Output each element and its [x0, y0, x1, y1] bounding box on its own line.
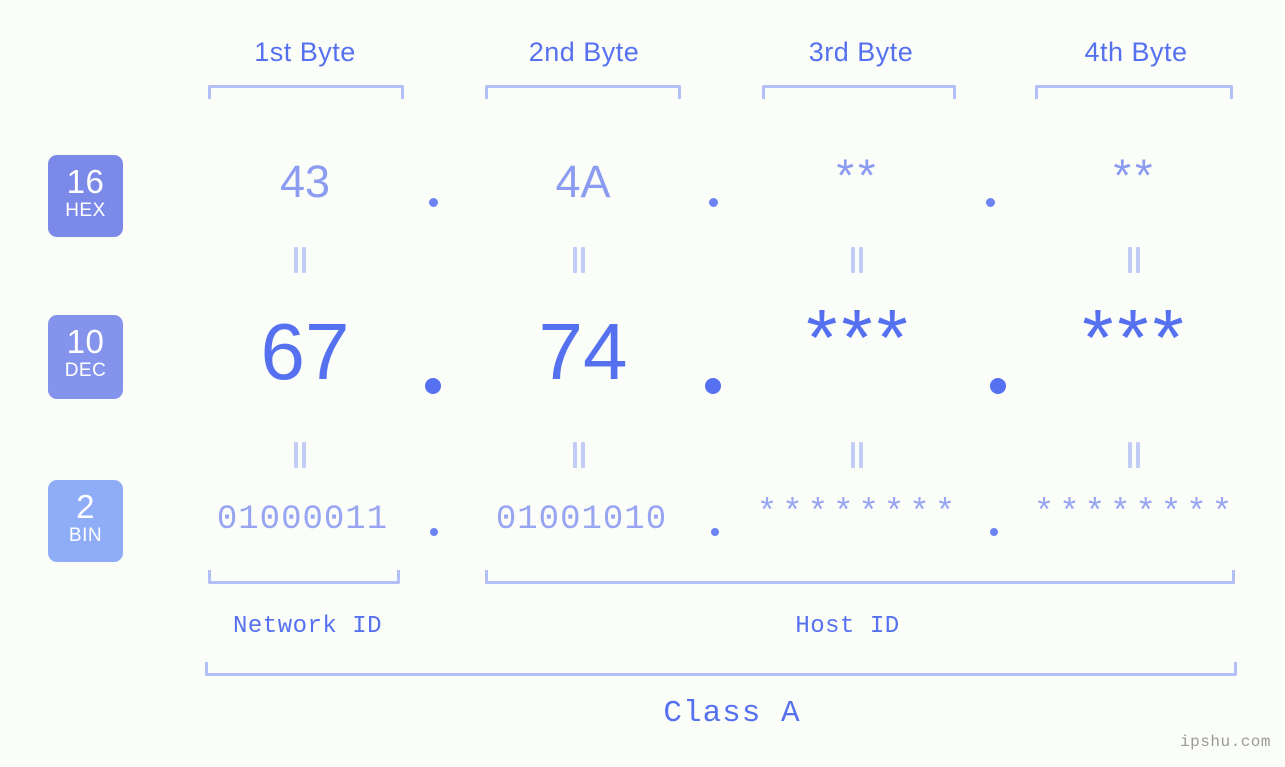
base-badge-dec-name: DEC [64, 360, 107, 381]
equality-connector-hex-dec-3 [851, 247, 865, 273]
bin-value-byte-3: ******** [756, 495, 961, 533]
base-badge-dec-number: 10 [66, 323, 105, 360]
column-header-1st-byte: 1st Byte [254, 37, 356, 67]
equality-connector-dec-bin-1 [294, 442, 308, 468]
dec-value-byte-2: 74 [538, 307, 628, 396]
base-badge-bin: 2 BIN [48, 480, 123, 562]
dec-separator-dot-3 [990, 378, 1006, 394]
bracket-top-2nd-byte [485, 85, 681, 99]
bracket-top-4th-byte [1035, 85, 1233, 99]
dec-separator-dot-2 [705, 378, 721, 394]
bin-value-byte-2: 01001010 [495, 501, 668, 539]
bracket-top-1st-byte [208, 85, 404, 99]
base-badge-hex: 16 HEX [48, 155, 123, 237]
base-badge-hex-number: 16 [66, 163, 105, 200]
equality-connector-dec-bin-4 [1128, 442, 1142, 468]
bracket-top-3rd-byte [762, 85, 956, 99]
base-badge-dec: 10 DEC [48, 315, 123, 399]
equality-connector-dec-bin-2 [573, 442, 587, 468]
hex-separator-dot-1 [429, 198, 438, 207]
host-id-label: Host ID [795, 613, 900, 640]
equality-connector-hex-dec-1 [294, 247, 308, 273]
equality-connector-hex-dec-4 [1128, 247, 1142, 273]
class-label: Class A [663, 696, 801, 731]
dec-separator-dot-1 [425, 378, 441, 394]
hex-value-byte-1: 43 [279, 156, 331, 207]
equality-connector-dec-bin-3 [851, 442, 865, 468]
ip-address-breakdown-diagram: 1st Byte 2nd Byte 3rd Byte 4th Byte 16 H… [0, 0, 1285, 767]
base-badge-bin-name: BIN [68, 525, 103, 546]
column-header-4th-byte: 4th Byte [1084, 37, 1188, 67]
hex-separator-dot-2 [709, 198, 718, 207]
bin-separator-dot-1 [430, 528, 438, 536]
hex-value-byte-4: ** [1113, 150, 1157, 201]
bin-value-byte-1: 01000011 [216, 501, 389, 539]
bin-separator-dot-3 [990, 528, 998, 536]
dec-value-byte-3: *** [806, 293, 912, 382]
hex-separator-dot-3 [986, 198, 995, 207]
column-header-3rd-byte: 3rd Byte [808, 37, 914, 67]
bracket-network-id [208, 570, 400, 584]
network-id-label: Network ID [232, 613, 383, 640]
equality-connector-hex-dec-2 [573, 247, 587, 273]
dec-value-byte-4: *** [1082, 293, 1188, 382]
bin-separator-dot-2 [711, 528, 719, 536]
hex-value-byte-2: 4A [555, 156, 611, 207]
dec-value-byte-1: 67 [260, 307, 350, 396]
bracket-host-id [485, 570, 1235, 584]
column-header-2nd-byte: 2nd Byte [528, 37, 640, 67]
bin-value-byte-4: ******** [1033, 495, 1238, 533]
watermark: ipshu.com [1180, 733, 1271, 751]
bracket-class [205, 662, 1237, 676]
base-badge-bin-number: 2 [76, 488, 95, 525]
base-badge-hex-name: HEX [65, 200, 106, 221]
hex-value-byte-3: ** [836, 150, 880, 201]
